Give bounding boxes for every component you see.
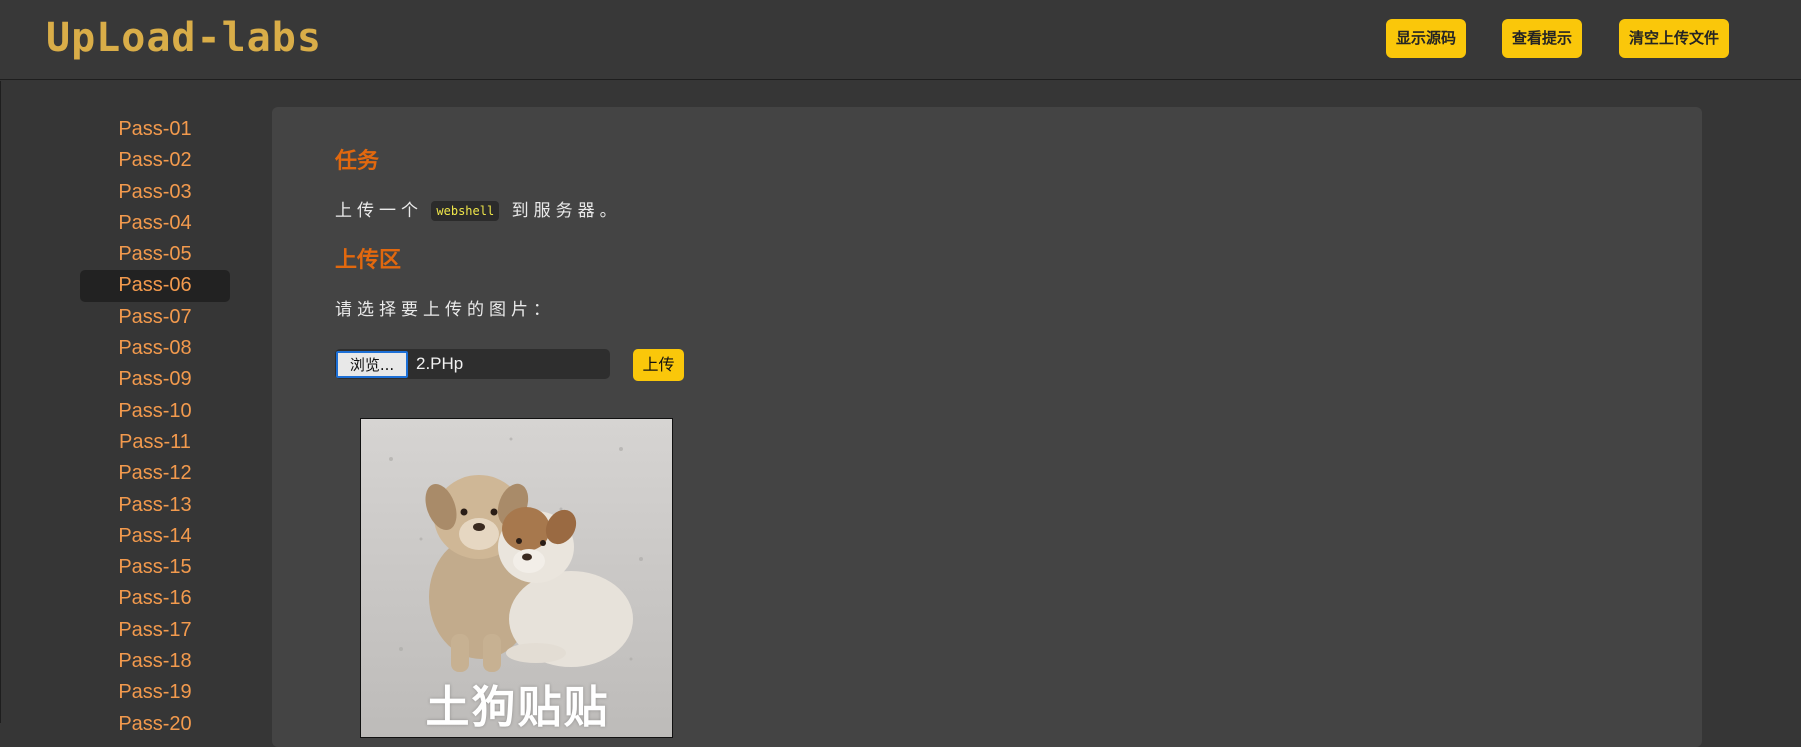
sidebar-item-pass-18[interactable]: Pass-18	[80, 646, 230, 677]
task-heading: 任务	[335, 149, 380, 174]
show-hint-button[interactable]: 查看提示	[1502, 19, 1583, 58]
sidebar-item-pass-16[interactable]: Pass-16	[80, 583, 230, 614]
sidebar-item-pass-09[interactable]: Pass-09	[80, 364, 230, 395]
image-caption: 土狗贴贴	[425, 682, 610, 733]
uploaded-image-preview: 土狗贴贴	[360, 418, 673, 738]
selected-file-name: 2.PHp	[416, 354, 464, 373]
upload-prompt: 请选择要上传的图片：	[335, 300, 555, 320]
sidebar-item-pass-12[interactable]: Pass-12	[80, 458, 230, 489]
sidebar: Pass-01 Pass-02 Pass-03 Pass-04 Pass-05 Pass-…	[0, 81, 270, 735]
header: UpLoad-labs 显示源码 查看提示 清空上传文件	[0, 0, 1801, 80]
sidebar-item-pass-08[interactable]: Pass-08	[80, 333, 230, 364]
webshell-code: webshell	[431, 201, 500, 221]
sidebar-item-pass-20[interactable]: Pass-20	[80, 709, 230, 740]
sidebar-item-pass-15[interactable]: Pass-15	[80, 552, 230, 583]
task-text-before: 上传一个	[335, 201, 423, 221]
main-panel: 任务 上传一个 webshell 到服务器。 上传区 请选择要上传的图片： 浏览…	[272, 107, 1702, 747]
browse-button[interactable]: 浏览...	[336, 351, 408, 378]
sidebar-item-pass-19[interactable]: Pass-19	[80, 677, 230, 708]
task-text-after: 到服务器。	[511, 201, 622, 221]
level-nav: Pass-01 Pass-02 Pass-03 Pass-04 Pass-05 Pass-…	[80, 114, 230, 740]
upload-button[interactable]: 上传	[633, 349, 684, 381]
sidebar-item-pass-07[interactable]: Pass-07	[80, 302, 230, 333]
sidebar-item-pass-10[interactable]: Pass-10	[80, 396, 230, 427]
sidebar-item-pass-04[interactable]: Pass-04	[80, 208, 230, 239]
sidebar-item-pass-11[interactable]: Pass-11	[80, 427, 230, 458]
clear-uploads-button[interactable]: 清空上传文件	[1619, 19, 1730, 58]
sidebar-item-pass-13[interactable]: Pass-13	[80, 490, 230, 521]
sidebar-item-pass-03[interactable]: Pass-03	[80, 177, 230, 208]
upload-heading: 上传区	[335, 248, 402, 273]
sidebar-item-pass-17[interactable]: Pass-17	[80, 615, 230, 646]
sidebar-item-pass-14[interactable]: Pass-14	[80, 521, 230, 552]
sidebar-item-pass-01[interactable]: Pass-01	[80, 114, 230, 145]
logo: UpLoad-labs	[46, 15, 322, 61]
sidebar-item-pass-06[interactable]: Pass-06	[80, 270, 230, 302]
sidebar-item-pass-05[interactable]: Pass-05	[80, 239, 230, 270]
show-source-button[interactable]: 显示源码	[1386, 19, 1467, 58]
sidebar-item-pass-02[interactable]: Pass-02	[80, 145, 230, 176]
task-description: 上传一个 webshell 到服务器。	[335, 196, 622, 221]
file-input[interactable]: 浏览... 2.PHp	[335, 349, 610, 379]
